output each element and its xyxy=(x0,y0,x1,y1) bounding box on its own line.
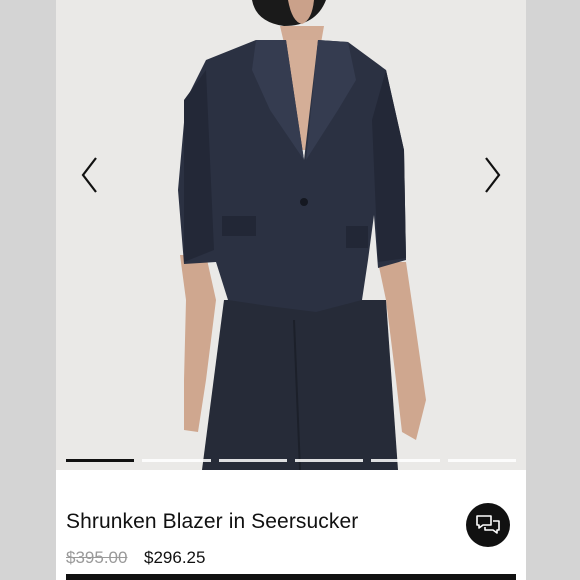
product-info-panel: Shrunken Blazer in Seersucker $395.00 $2… xyxy=(56,470,526,580)
left-margin xyxy=(0,0,56,580)
sale-price: $296.25 xyxy=(144,548,206,567)
chat-bubbles-icon xyxy=(476,515,500,534)
product-title: Shrunken Blazer in Seersucker xyxy=(66,510,359,533)
previous-image-button[interactable] xyxy=(70,150,110,200)
product-image-carousel[interactable] xyxy=(56,0,526,470)
chevron-right-icon xyxy=(485,157,501,193)
chevron-left-icon xyxy=(81,157,97,193)
next-image-button[interactable] xyxy=(472,150,512,200)
carousel-indicator[interactable] xyxy=(294,459,364,462)
chat-button[interactable] xyxy=(466,503,510,547)
action-bar[interactable] xyxy=(66,574,516,580)
carousel-indicator[interactable] xyxy=(371,459,440,462)
carousel-indicator[interactable] xyxy=(447,459,516,462)
carousel-indicators xyxy=(66,459,516,463)
carousel-indicator[interactable] xyxy=(66,459,135,462)
original-price: $395.00 xyxy=(66,548,128,567)
carousel-indicator[interactable] xyxy=(218,459,287,462)
product-photo xyxy=(56,0,526,470)
carousel-indicator[interactable] xyxy=(142,459,211,462)
right-margin xyxy=(526,0,580,580)
